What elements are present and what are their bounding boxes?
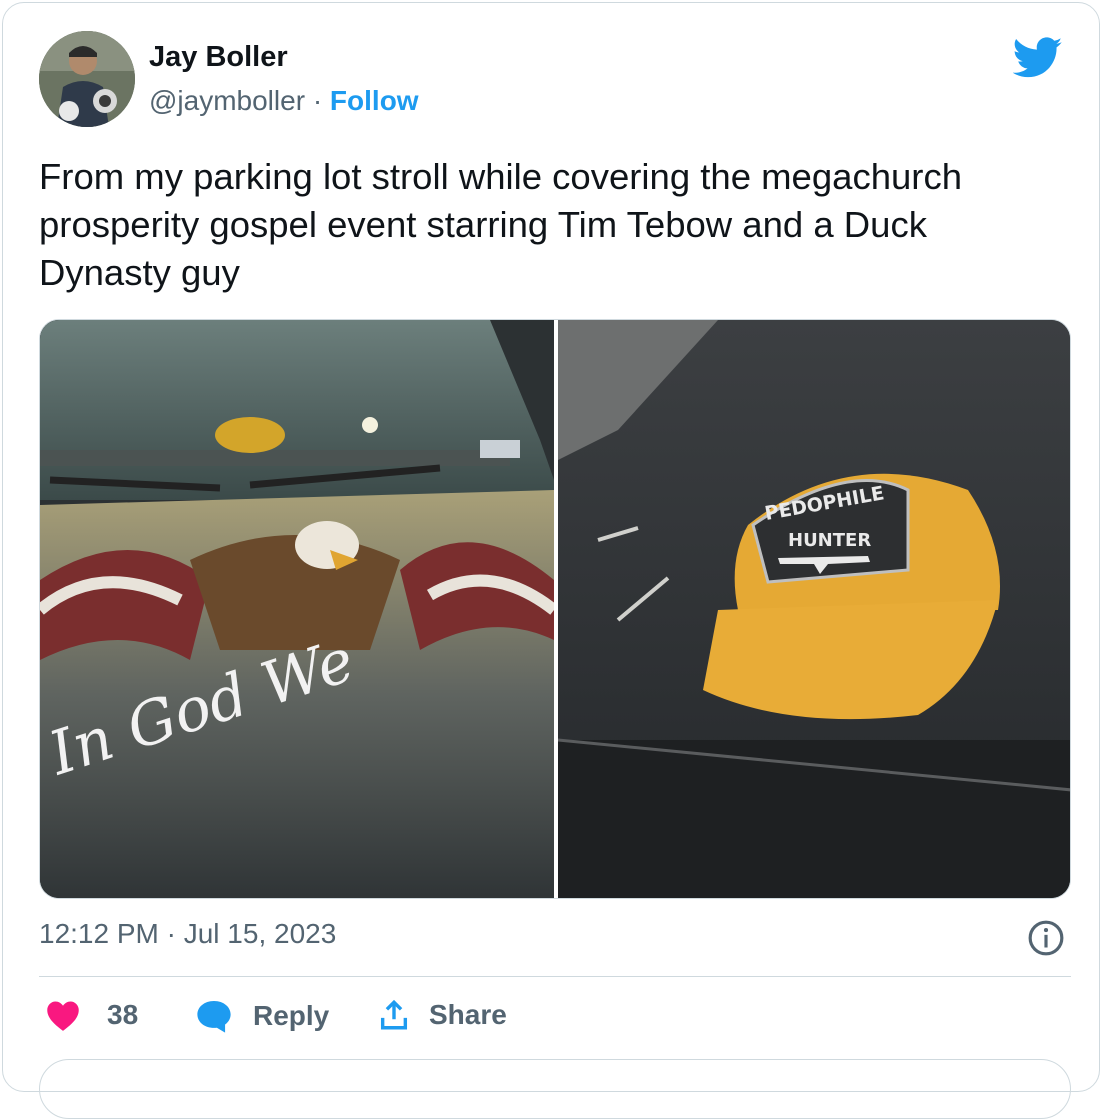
info-icon[interactable] (1027, 919, 1065, 957)
tweet-text: From my parking lot stroll while coverin… (39, 156, 962, 293)
follow-button[interactable]: Follow (330, 85, 419, 116)
tweet-media[interactable]: In God We PEDOPHILE HUNTER (39, 319, 1071, 899)
tweet-timestamp[interactable]: 12:12 PM · Jul 15, 2023 (39, 918, 336, 950)
reply-label: Reply (253, 1000, 330, 1031)
tweet-card: Jay Boller @jaymboller · Follow From my … (2, 2, 1100, 1119)
author-handle-row: @jaymboller · Follow (149, 85, 419, 117)
share-button[interactable]: Share (377, 998, 507, 1032)
avatar[interactable] (39, 31, 135, 127)
photo-truck-hood[interactable]: In God We (40, 320, 554, 899)
author-name[interactable]: Jay Boller (149, 41, 288, 74)
twitter-bird-icon[interactable] (1013, 37, 1063, 79)
cap-patch-line2: HUNTER (788, 530, 871, 551)
photo-yellow-cap[interactable]: PEDOPHILE HUNTER (558, 320, 1071, 899)
author-handle[interactable]: @jaymboller (149, 85, 305, 116)
like-count: 38 (107, 999, 139, 1030)
share-icon (380, 999, 408, 1030)
heart-icon (47, 1001, 79, 1031)
share-label: Share (429, 999, 507, 1030)
reply-bubble-icon (197, 1000, 231, 1033)
action-divider (39, 976, 1071, 977)
handle-separator: · (312, 85, 323, 116)
like-button[interactable]: 38 (45, 998, 138, 1032)
reply-button[interactable]: Reply (195, 998, 329, 1034)
read-replies-button[interactable] (39, 1059, 1071, 1119)
